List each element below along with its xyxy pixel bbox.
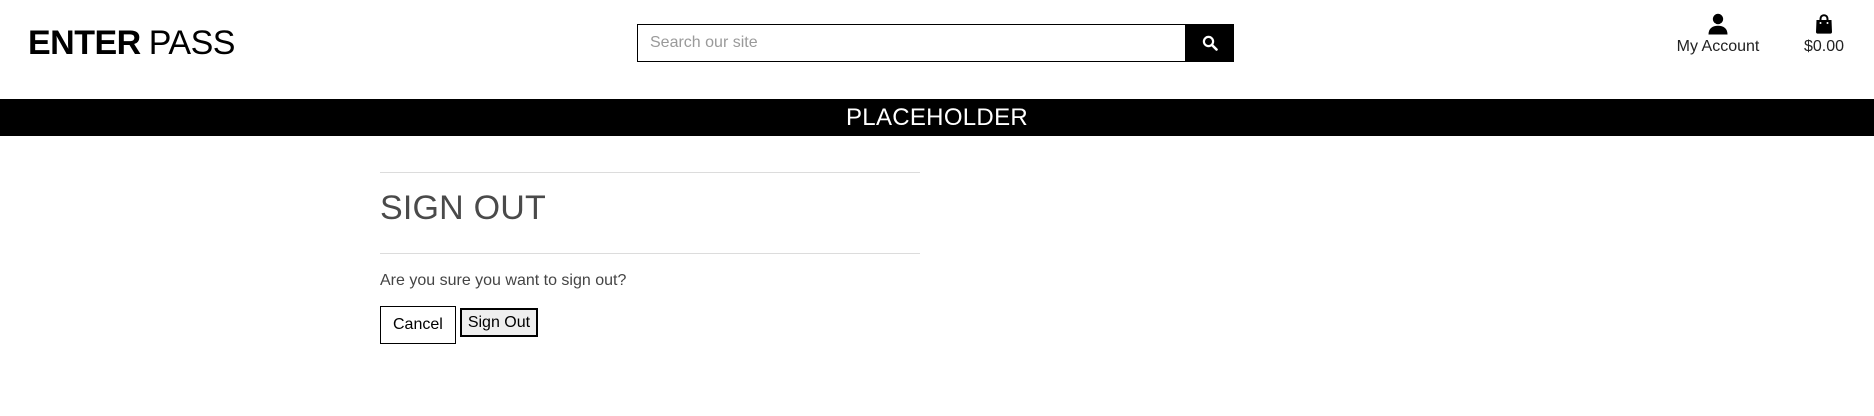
cart-link[interactable]: $0.00 xyxy=(1796,12,1852,56)
sign-out-button[interactable]: Sign Out xyxy=(459,308,539,337)
search-form xyxy=(637,24,1234,62)
my-account-label: My Account xyxy=(1676,38,1760,55)
promo-banner: PLACEHOLDER xyxy=(0,99,1874,136)
logo-strong-text: ENTER xyxy=(28,24,141,62)
cart-total: $0.00 xyxy=(1803,38,1845,55)
search-button[interactable] xyxy=(1185,24,1234,62)
signout-panel: SIGN OUT Are you sure you want to sign o… xyxy=(380,172,920,344)
main-content: SIGN OUT Are you sure you want to sign o… xyxy=(0,136,1874,416)
signout-actions: Cancel Sign Out xyxy=(380,306,920,344)
top-divider xyxy=(380,172,920,173)
signout-prompt: Are you sure you want to sign out? xyxy=(380,272,627,289)
logo-light-text: PASS xyxy=(148,24,236,62)
banner-text: PLACEHOLDER xyxy=(845,103,1029,131)
site-logo[interactable]: ENTER PASS xyxy=(28,22,235,64)
my-account-link[interactable]: My Account xyxy=(1668,12,1768,56)
search-icon xyxy=(1202,35,1218,51)
shopping-bag-icon xyxy=(1815,14,1833,34)
site-header: ENTERPASS My Account xyxy=(0,0,1874,99)
user-icon xyxy=(1708,13,1728,35)
page-title: SIGN OUT xyxy=(380,189,546,227)
search-input[interactable] xyxy=(637,24,1185,62)
bottom-divider xyxy=(380,253,920,254)
cancel-button[interactable]: Cancel xyxy=(380,306,456,344)
